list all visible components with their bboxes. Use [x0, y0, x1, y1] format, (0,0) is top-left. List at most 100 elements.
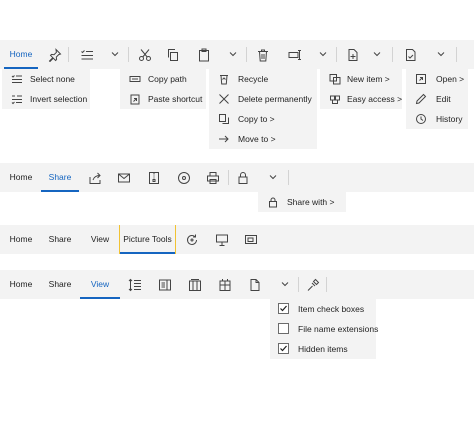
menu-item-invert-selection[interactable]: Invert selection: [2, 89, 90, 109]
select-options-icon[interactable]: [78, 46, 95, 63]
chevron-down-icon[interactable]: [436, 49, 446, 59]
menu-item-paste-shortcut[interactable]: Paste shortcut: [120, 89, 206, 109]
tab-view[interactable]: View: [84, 225, 116, 254]
menu-item-move-to[interactable]: Move to >: [209, 129, 317, 149]
set-background-icon[interactable]: [242, 231, 259, 248]
slideshow-icon[interactable]: [213, 231, 230, 248]
rename-icon[interactable]: [286, 46, 303, 63]
separator: [68, 47, 69, 62]
tab-share[interactable]: Share: [41, 163, 79, 192]
menu-item-label: Copy path: [148, 74, 187, 84]
chevron-down-icon[interactable]: [318, 49, 328, 59]
separator: [228, 170, 229, 185]
menu-item-label: History: [436, 114, 463, 124]
menu-item-file-name-extensions[interactable]: File name extensions: [270, 319, 379, 339]
menu-item-label: Select none: [30, 74, 75, 84]
organize-menu: Recycle Delete permanently Copy to > Mov…: [209, 69, 317, 149]
chevron-down-icon[interactable]: [268, 172, 278, 182]
select-menu: Select none Invert selection: [2, 69, 90, 109]
ribbon-view-bar: Home Share View: [0, 270, 474, 299]
menu-item-label: Recycle: [238, 74, 269, 84]
tab-home[interactable]: Home: [4, 270, 38, 299]
document-icon[interactable]: [246, 276, 263, 293]
cut-icon[interactable]: [136, 46, 153, 63]
zip-icon[interactable]: [145, 169, 162, 186]
copy-icon[interactable]: [164, 46, 181, 63]
item-height-icon[interactable]: [126, 276, 143, 293]
menu-item-delete-permanently[interactable]: Delete permanently: [209, 89, 317, 109]
delete-permanently-icon: [217, 92, 230, 105]
menu-item-label: Edit: [436, 94, 451, 104]
separator: [392, 47, 393, 62]
share-menu: Share with >: [258, 192, 346, 212]
chevron-down-icon[interactable]: [372, 49, 382, 59]
tab-share[interactable]: Share: [43, 225, 77, 254]
copy-path-icon: [128, 72, 141, 85]
tab-view[interactable]: View: [80, 270, 120, 299]
email-icon[interactable]: [115, 169, 132, 186]
menu-item-label: Hidden items: [298, 344, 348, 354]
show-hide-menu: Item check boxes File name extensions Hi…: [270, 299, 379, 359]
rotate-icon[interactable]: [183, 231, 200, 248]
invert-selection-icon: [10, 92, 23, 105]
pin-icon[interactable]: [46, 46, 63, 63]
clipboard-menu: Copy path Paste shortcut: [120, 69, 206, 109]
select-none-icon: [10, 72, 23, 85]
properties-icon[interactable]: [402, 46, 419, 63]
chevron-down-icon[interactable]: [228, 49, 238, 59]
tab-home[interactable]: Home: [4, 40, 38, 69]
separator: [456, 47, 457, 62]
menu-item-edit[interactable]: Edit: [406, 89, 468, 109]
menu-item-select-none[interactable]: Select none: [2, 69, 90, 89]
menu-item-label: Delete permanently: [238, 94, 312, 104]
open-icon: [414, 72, 427, 85]
delete-icon[interactable]: [254, 46, 271, 63]
menu-item-new-item[interactable]: New item >: [320, 69, 402, 89]
lock-icon[interactable]: [234, 169, 251, 186]
share-with-icon: [266, 195, 279, 208]
edit-icon: [414, 92, 427, 105]
menu-item-label: Share with >: [287, 197, 335, 207]
menu-item-label: File name extensions: [298, 324, 379, 334]
details-pane-icon[interactable]: [156, 276, 173, 293]
burn-to-disc-icon[interactable]: [175, 169, 192, 186]
columns-icon[interactable]: [186, 276, 203, 293]
paste-icon[interactable]: [195, 46, 212, 63]
separator: [288, 170, 289, 185]
tab-picture-tools[interactable]: Picture Tools: [119, 225, 176, 254]
open-menu: Open > Edit History: [406, 69, 468, 129]
menu-item-easy-access[interactable]: Easy access >: [320, 89, 402, 109]
new-folder-icon[interactable]: [344, 46, 361, 63]
menu-item-label: Easy access >: [347, 94, 403, 104]
checkbox[interactable]: [278, 343, 289, 354]
tab-share[interactable]: Share: [43, 270, 77, 299]
checkbox[interactable]: [278, 303, 289, 314]
share-icon[interactable]: [86, 169, 103, 186]
checkbox[interactable]: [278, 323, 289, 334]
menu-item-copy-path[interactable]: Copy path: [120, 69, 206, 89]
tab-home[interactable]: Home: [4, 225, 38, 254]
menu-item-copy-to[interactable]: Copy to >: [209, 109, 317, 129]
group-by-icon[interactable]: [216, 276, 233, 293]
easy-access-icon: [328, 92, 341, 105]
menu-item-label: New item >: [347, 74, 390, 84]
menu-item-share-with[interactable]: Share with >: [258, 192, 346, 212]
chevron-down-icon[interactable]: [110, 49, 120, 59]
menu-item-label: Copy to >: [238, 114, 275, 124]
separator: [246, 47, 247, 62]
options-icon[interactable]: [304, 276, 321, 293]
menu-item-item-check-boxes[interactable]: Item check boxes: [270, 299, 376, 319]
print-icon[interactable]: [204, 169, 221, 186]
menu-item-history[interactable]: History: [406, 109, 468, 129]
menu-item-recycle[interactable]: Recycle: [209, 69, 317, 89]
menu-item-hidden-items[interactable]: Hidden items: [270, 339, 376, 359]
separator: [336, 47, 337, 62]
separator: [326, 277, 327, 292]
menu-item-label: Invert selection: [30, 94, 88, 104]
copy-to-icon: [217, 112, 230, 125]
menu-item-label: Move to >: [238, 134, 276, 144]
menu-item-open[interactable]: Open >: [406, 69, 468, 89]
tab-home[interactable]: Home: [4, 163, 38, 192]
chevron-down-icon[interactable]: [280, 279, 290, 289]
menu-item-label: Open >: [436, 74, 465, 84]
